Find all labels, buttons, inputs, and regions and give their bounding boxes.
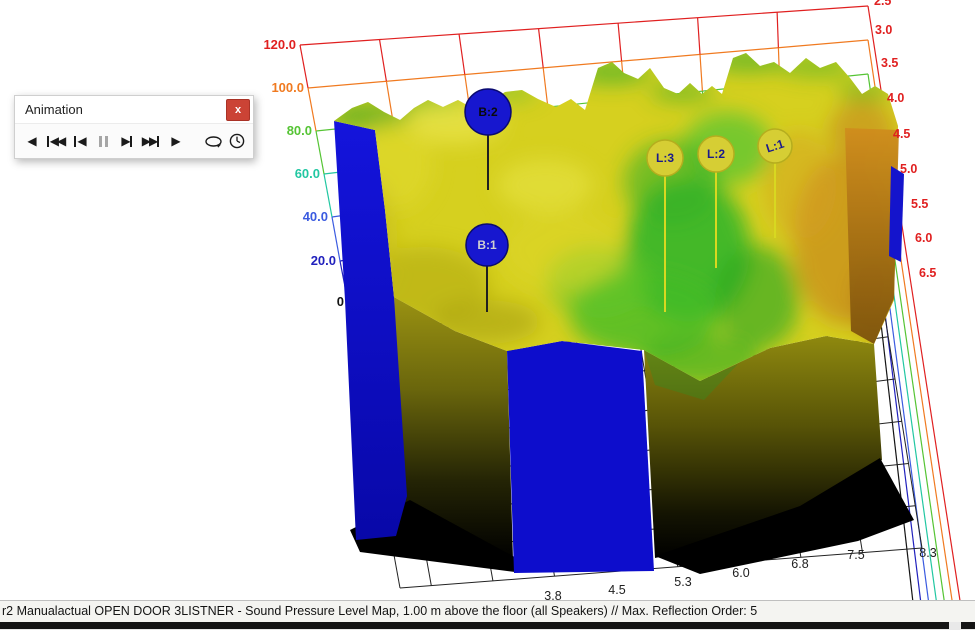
svg-text:80.0: 80.0 bbox=[287, 123, 312, 138]
bottom-edge-right-segment bbox=[961, 622, 975, 629]
animation-toolbar: ◀◀◀◀▶▶▶▶ bbox=[15, 124, 253, 158]
svg-text:2.5: 2.5 bbox=[874, 0, 891, 8]
play-button[interactable]: ▶ bbox=[164, 129, 186, 153]
triangle-left-icon: ◀◀ bbox=[50, 135, 64, 147]
svg-text:5.0: 5.0 bbox=[900, 162, 917, 176]
svg-text:40.0: 40.0 bbox=[303, 209, 328, 224]
svg-text:3.5: 3.5 bbox=[881, 56, 898, 70]
animation-window-title: Animation bbox=[25, 102, 83, 117]
pause-button[interactable] bbox=[92, 129, 114, 153]
animation-window-titlebar[interactable]: Animation x bbox=[15, 96, 253, 124]
svg-text:3.0: 3.0 bbox=[875, 23, 892, 37]
svg-text:B:2: B:2 bbox=[478, 105, 498, 119]
svg-text:7.5: 7.5 bbox=[847, 548, 864, 562]
bottom-window-edge bbox=[0, 622, 975, 630]
svg-text:60.0: 60.0 bbox=[295, 166, 320, 181]
svg-text:L:2: L:2 bbox=[707, 147, 725, 161]
triangle-right-icon: ▶ bbox=[171, 135, 178, 147]
triangle-left-icon: ◀ bbox=[27, 135, 34, 147]
svg-text:20.0: 20.0 bbox=[311, 253, 336, 268]
go-to-start-button[interactable]: ◀◀ bbox=[44, 129, 66, 153]
loop-button[interactable] bbox=[202, 129, 224, 153]
svg-text:6.0: 6.0 bbox=[915, 231, 932, 245]
svg-text:4.5: 4.5 bbox=[608, 583, 625, 597]
animation-window: Animation x ◀◀◀◀▶▶▶▶ bbox=[14, 95, 254, 159]
timer-button[interactable] bbox=[226, 129, 248, 153]
status-bar: r2 Manualactual OPEN DOOR 3LISTNER - Sou… bbox=[0, 600, 975, 623]
triangle-right-icon: ▶ bbox=[121, 135, 128, 147]
svg-text:6.0: 6.0 bbox=[732, 566, 749, 580]
triangle-left-icon: ◀ bbox=[77, 135, 84, 147]
svg-text:6.5: 6.5 bbox=[919, 266, 936, 280]
loop-icon bbox=[204, 135, 223, 148]
app-stage: B:2B:1L:3L:2L:1 120.0100.080.060.040.020… bbox=[0, 0, 975, 630]
svg-text:100.0: 100.0 bbox=[271, 80, 304, 95]
svg-text:6.8: 6.8 bbox=[791, 557, 808, 571]
step-forward-button[interactable]: ▶ bbox=[116, 129, 138, 153]
play-reverse-button[interactable]: ◀ bbox=[20, 129, 42, 153]
svg-text:4.5: 4.5 bbox=[893, 127, 910, 141]
svg-text:120.0: 120.0 bbox=[263, 37, 296, 52]
status-bar-text: r2 Manualactual OPEN DOOR 3LISTNER - Sou… bbox=[2, 604, 757, 618]
triangle-right-icon: ▶▶ bbox=[142, 135, 156, 147]
pause-icon bbox=[99, 136, 108, 147]
svg-text:5.5: 5.5 bbox=[911, 197, 928, 211]
bottom-edge-left-segment bbox=[0, 622, 949, 629]
svg-text:5.3: 5.3 bbox=[674, 575, 691, 589]
go-to-end-button[interactable]: ▶▶ bbox=[140, 129, 162, 153]
svg-text:L:3: L:3 bbox=[656, 151, 674, 165]
clock-icon bbox=[229, 133, 245, 149]
spl-surface bbox=[326, 48, 914, 574]
close-icon[interactable]: x bbox=[226, 99, 250, 121]
svg-text:B:1: B:1 bbox=[477, 238, 497, 252]
svg-text:4.0: 4.0 bbox=[887, 91, 904, 105]
step-back-button[interactable]: ◀ bbox=[68, 129, 90, 153]
svg-text:0: 0 bbox=[337, 294, 344, 309]
svg-text:8.3: 8.3 bbox=[919, 546, 936, 560]
